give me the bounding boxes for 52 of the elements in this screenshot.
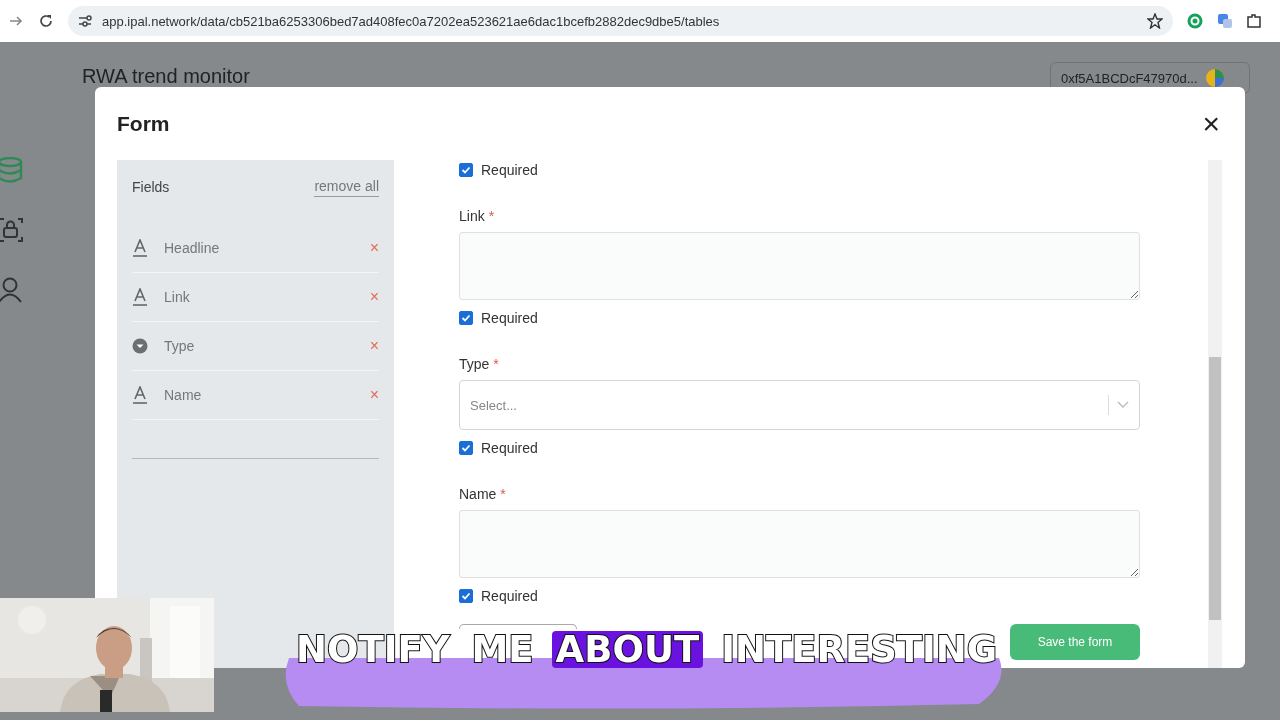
page-title: RWA trend monitor [82,65,250,88]
address-bar[interactable]: app.ipal.network/data/cb521ba6253306bed7ad408fec0a7202ea523621ae6dac1bcefb2882dec9dbe5/tables [68,6,1173,36]
checkbox-label: Required [481,162,538,178]
required-mark: * [488,208,495,226]
lock-icon[interactable] [0,217,24,243]
required-mark: * [493,356,499,374]
star-icon[interactable] [1147,13,1163,29]
check-icon [461,313,471,323]
panel-heading: Fields [132,179,170,195]
required-mark: * [500,486,506,504]
user-icon[interactable] [0,277,22,303]
scrollbar[interactable] [1208,160,1222,668]
select-field[interactable]: Select... [459,380,1140,430]
remove-all-link[interactable]: remove all [314,177,379,197]
check-icon [461,591,471,601]
caption-word: INTERESTING [720,631,999,668]
field-name[interactable]: Headline [164,240,354,256]
check-icon [461,165,471,175]
translate-icon[interactable] [1217,13,1233,29]
remove-button[interactable]: × [369,337,379,355]
remove-button[interactable]: × [369,386,379,404]
extension-icon[interactable] [1187,13,1203,29]
close-button[interactable]: × [1202,108,1220,139]
field-name[interactable]: Type [164,338,354,354]
field-name[interactable]: Link [164,289,354,305]
checkbox[interactable] [459,441,473,455]
field-name[interactable]: Name [164,387,354,403]
checkbox[interactable] [459,311,473,325]
secondary-button[interactable] [459,624,577,629]
text-icon [132,239,148,257]
save-button[interactable]: Save the form [1010,624,1140,660]
site-settings-icon[interactable] [78,14,92,28]
text-icon [132,288,148,306]
checkbox[interactable] [459,163,473,177]
caption-word: ABOUT [551,631,704,668]
field-label: Type [459,356,490,374]
checkbox[interactable] [459,589,473,603]
checkbox-label: Required [481,588,538,604]
field-label: Name [459,486,497,504]
reload-icon[interactable] [38,13,54,29]
check-icon [461,443,471,453]
caption-word: NOTIFY [295,631,453,668]
avatar-icon [1205,69,1224,87]
dialog-title: Form [117,111,170,136]
field-label: Link [459,208,485,226]
remove-button[interactable]: × [369,239,379,257]
remove-button[interactable]: × [369,288,379,306]
checkbox-label: Required [481,310,538,326]
text-icon [132,386,148,404]
dropdown-icon [132,338,148,354]
checkbox-label: Required [481,440,538,456]
caption-word: ME [470,631,535,668]
